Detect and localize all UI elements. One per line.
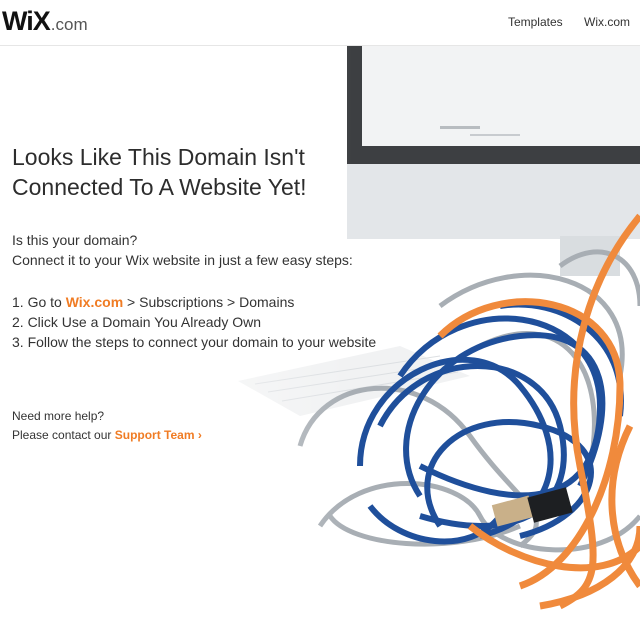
intro-text: Is this your domain? Connect it to your … [12,230,376,270]
step-2: 2. Click Use a Domain You Already Own [12,314,262,330]
help-prefix: Please contact our [12,428,115,442]
wix-logo[interactable]: WiX.com [2,6,88,36]
support-team-link[interactable]: Support Team › [115,428,202,442]
step-3: 3. Follow the steps to connect your doma… [12,334,377,350]
page-title: Looks Like This Domain Isn't Connected T… [12,142,376,202]
nav-wix-link[interactable]: Wix.com [584,15,630,29]
top-bar: WiX.com Templates Wix.com [0,0,640,46]
support-team-label: Support Team [114,428,195,442]
headline-line-1: Looks Like This Domain Isn't [12,144,305,170]
help-section: Need more help? Please contact our Suppo… [12,407,376,445]
main-content: Looks Like This Domain Isn't Connected T… [12,142,376,445]
wix-link[interactable]: Wix.com [66,294,123,310]
domain-question: Is this your domain? [12,232,138,248]
chevron-right-icon: › [197,428,202,442]
nav-templates-link[interactable]: Templates [508,15,563,29]
top-nav: Templates Wix.com [490,15,630,29]
logo-suffix: .com [50,15,88,34]
logo-wordmark: WiX [2,6,51,36]
step-1: 1. Go to Wix.com > Subscriptions > Domai… [12,292,376,312]
step-1-prefix: 1. Go to [12,294,66,310]
connect-intro: Connect it to your Wix website in just a… [12,252,353,268]
step-1-suffix: > Subscriptions > Domains [123,294,295,310]
help-question: Need more help? [12,409,105,423]
steps-list: 1. Go to Wix.com > Subscriptions > Domai… [12,292,376,352]
help-contact: Please contact our Support Team › [12,426,376,445]
headline-line-2: Connected To A Website Yet! [12,174,307,200]
